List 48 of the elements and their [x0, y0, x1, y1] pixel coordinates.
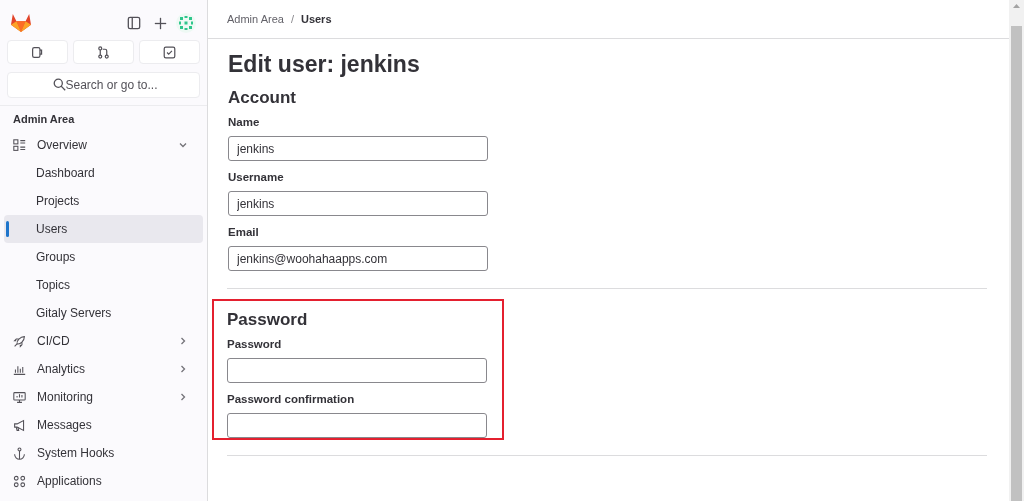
- section-title: Admin Area: [12, 112, 76, 127]
- input-field[interactable]: [227, 413, 487, 438]
- avatar[interactable]: [176, 13, 196, 33]
- plus-icon: [153, 16, 167, 30]
- field-label: Username: [228, 171, 285, 183]
- nav-item[interactable]: CI/CD: [0, 327, 203, 355]
- sidebar-toggle-icon: [127, 16, 141, 30]
- field-label: Password confirmation: [227, 393, 356, 405]
- mug-icon: [31, 45, 44, 59]
- apps-icon: [13, 474, 26, 488]
- nav-item[interactable]: Overview: [0, 131, 203, 159]
- nav-subitem[interactable]: Gitaly Servers: [4, 299, 203, 327]
- scrollbar-thumb[interactable]: [1011, 26, 1022, 501]
- input-field[interactable]: jenkins: [228, 136, 488, 161]
- nav-item[interactable]: Applications: [0, 467, 203, 495]
- nav-subitem[interactable]: Topics: [4, 271, 203, 299]
- nav-subitem[interactable]: Projects: [4, 187, 203, 215]
- input-field[interactable]: jenkins: [228, 191, 488, 216]
- field-label: Email: [228, 226, 260, 238]
- page-title: Edit user: jenkins: [228, 51, 421, 78]
- breadcrumb-link[interactable]: Users: [300, 13, 332, 25]
- nav-subitem[interactable]: Groups: [4, 243, 203, 271]
- breadcrumb-separator: /: [290, 13, 294, 25]
- field-label: Password: [227, 338, 283, 350]
- section-heading: Password: [227, 310, 309, 330]
- nav-item[interactable]: Monitoring: [0, 383, 203, 411]
- nav-subitem[interactable]: Users: [4, 215, 203, 243]
- megaphone-icon: [13, 418, 26, 432]
- search-field[interactable]: Search or go to...: [7, 72, 200, 98]
- field-label: Name: [228, 116, 261, 128]
- rocket-icon: [13, 334, 26, 348]
- section-heading: Account: [228, 88, 297, 108]
- fox-logo[interactable]: [10, 13, 32, 33]
- nav-item[interactable]: Analytics: [0, 355, 203, 383]
- anchor-icon: [13, 446, 26, 460]
- breadcrumb-link[interactable]: Admin Area: [227, 13, 284, 25]
- merge-requests-button[interactable]: [73, 40, 134, 64]
- input-field[interactable]: jenkins@woohahaapps.com: [228, 246, 488, 271]
- nav-item[interactable]: System Hooks: [0, 439, 203, 467]
- merge-request-icon: [97, 45, 110, 59]
- issues-button[interactable]: [7, 40, 68, 64]
- todo-button[interactable]: [139, 40, 200, 64]
- monitor-icon: [13, 390, 26, 404]
- grid-list-icon: [13, 138, 26, 152]
- nav-item[interactable]: Messages: [0, 411, 203, 439]
- checkbox-icon: [163, 45, 176, 59]
- input-field[interactable]: [227, 358, 487, 383]
- nav-subitem[interactable]: Dashboard: [4, 159, 203, 187]
